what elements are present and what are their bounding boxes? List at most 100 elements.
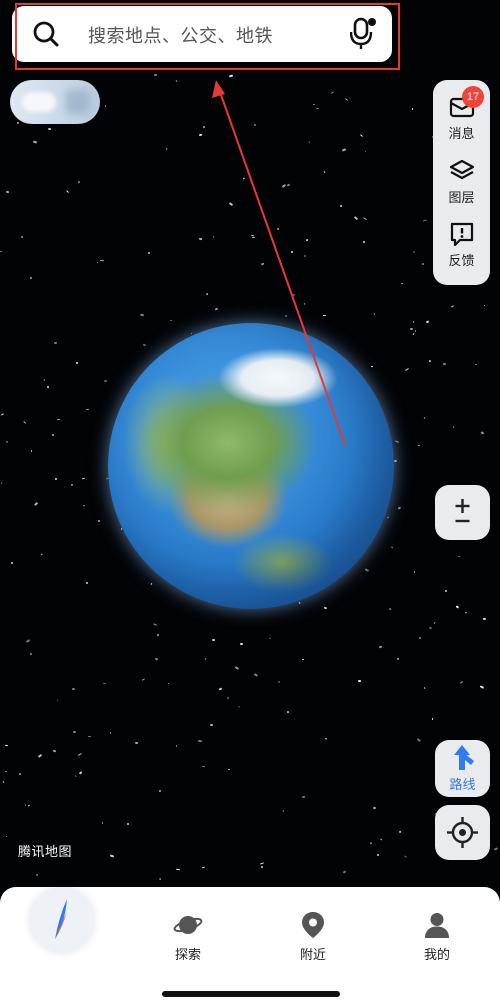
star	[282, 184, 287, 189]
star	[110, 732, 112, 735]
star	[78, 753, 83, 756]
star	[425, 320, 429, 324]
star	[213, 235, 216, 238]
star	[428, 359, 431, 363]
star	[155, 657, 159, 660]
star	[205, 292, 209, 296]
feedback-button[interactable]: 反馈	[433, 221, 490, 269]
planet-icon	[173, 916, 203, 934]
star	[268, 638, 271, 640]
layers-button[interactable]: 图层	[433, 158, 490, 206]
star	[418, 636, 422, 640]
home-indicator	[162, 991, 340, 997]
star	[197, 740, 203, 743]
star	[199, 133, 202, 136]
voice-mic-icon[interactable]	[350, 17, 376, 51]
nav-explore[interactable]: 探索	[158, 910, 218, 963]
star	[413, 320, 416, 323]
star	[234, 666, 239, 671]
star	[324, 737, 327, 740]
star	[260, 865, 263, 869]
star	[198, 237, 203, 241]
star	[240, 643, 244, 645]
weather-temperature-blurred	[66, 90, 90, 114]
unread-badge: 17	[462, 86, 484, 108]
star	[204, 658, 207, 661]
layers-label: 图层	[448, 191, 475, 206]
globe[interactable]	[108, 323, 394, 609]
star	[423, 416, 426, 419]
nav-nearby[interactable]: 附近	[283, 910, 343, 963]
star	[0, 250, 3, 253]
star	[253, 123, 256, 127]
star	[400, 282, 403, 285]
star	[104, 105, 107, 108]
star	[157, 633, 161, 637]
star	[104, 379, 107, 382]
zoom-button[interactable]	[435, 485, 490, 540]
star	[86, 582, 88, 585]
star	[27, 804, 31, 808]
weather-widget[interactable]	[10, 80, 100, 124]
star	[70, 483, 73, 486]
nav-mine[interactable]: 我的	[407, 910, 467, 963]
star	[37, 753, 42, 758]
star	[369, 841, 373, 845]
home-compass-button[interactable]	[29, 887, 95, 953]
star	[78, 771, 82, 775]
star	[53, 341, 57, 344]
star	[290, 251, 293, 254]
star	[159, 790, 162, 793]
star	[458, 556, 461, 559]
route-label: 路线	[449, 778, 476, 793]
star	[480, 431, 485, 435]
star	[147, 252, 151, 255]
star	[417, 444, 420, 447]
route-button[interactable]: 路线	[435, 740, 490, 797]
star	[292, 293, 296, 296]
star	[126, 822, 130, 826]
star	[74, 775, 77, 778]
search-bar[interactable]: 搜索地点、公交、地铁	[12, 6, 392, 62]
star	[202, 126, 206, 129]
star	[276, 227, 280, 231]
star	[301, 795, 305, 799]
star	[305, 238, 309, 242]
star	[459, 681, 463, 685]
star	[364, 150, 367, 153]
star	[301, 658, 304, 660]
star	[228, 768, 231, 770]
star	[312, 103, 316, 106]
star	[287, 710, 291, 714]
star	[43, 378, 46, 381]
star	[97, 261, 99, 264]
search-input[interactable]: 搜索地点、公交、地铁	[88, 22, 273, 48]
star	[54, 477, 57, 480]
star	[25, 638, 31, 643]
location-pin-icon	[302, 912, 324, 938]
locate-me-button[interactable]	[435, 805, 490, 860]
star	[308, 140, 312, 144]
star	[228, 74, 233, 77]
star	[405, 368, 410, 371]
star	[412, 251, 416, 254]
star	[33, 502, 38, 506]
star	[87, 736, 91, 738]
star	[323, 170, 326, 174]
star	[414, 329, 416, 332]
star	[280, 262, 283, 266]
star	[433, 621, 436, 625]
star	[32, 140, 37, 144]
star	[99, 259, 104, 261]
star	[202, 866, 205, 869]
star	[165, 148, 168, 151]
star	[379, 838, 383, 842]
star	[387, 607, 392, 611]
search-icon	[33, 21, 59, 47]
star	[4, 771, 8, 774]
zoom-plus-minus-icon	[455, 499, 470, 523]
star	[22, 421, 27, 425]
star	[359, 133, 363, 137]
star	[377, 854, 380, 857]
star	[10, 561, 14, 565]
